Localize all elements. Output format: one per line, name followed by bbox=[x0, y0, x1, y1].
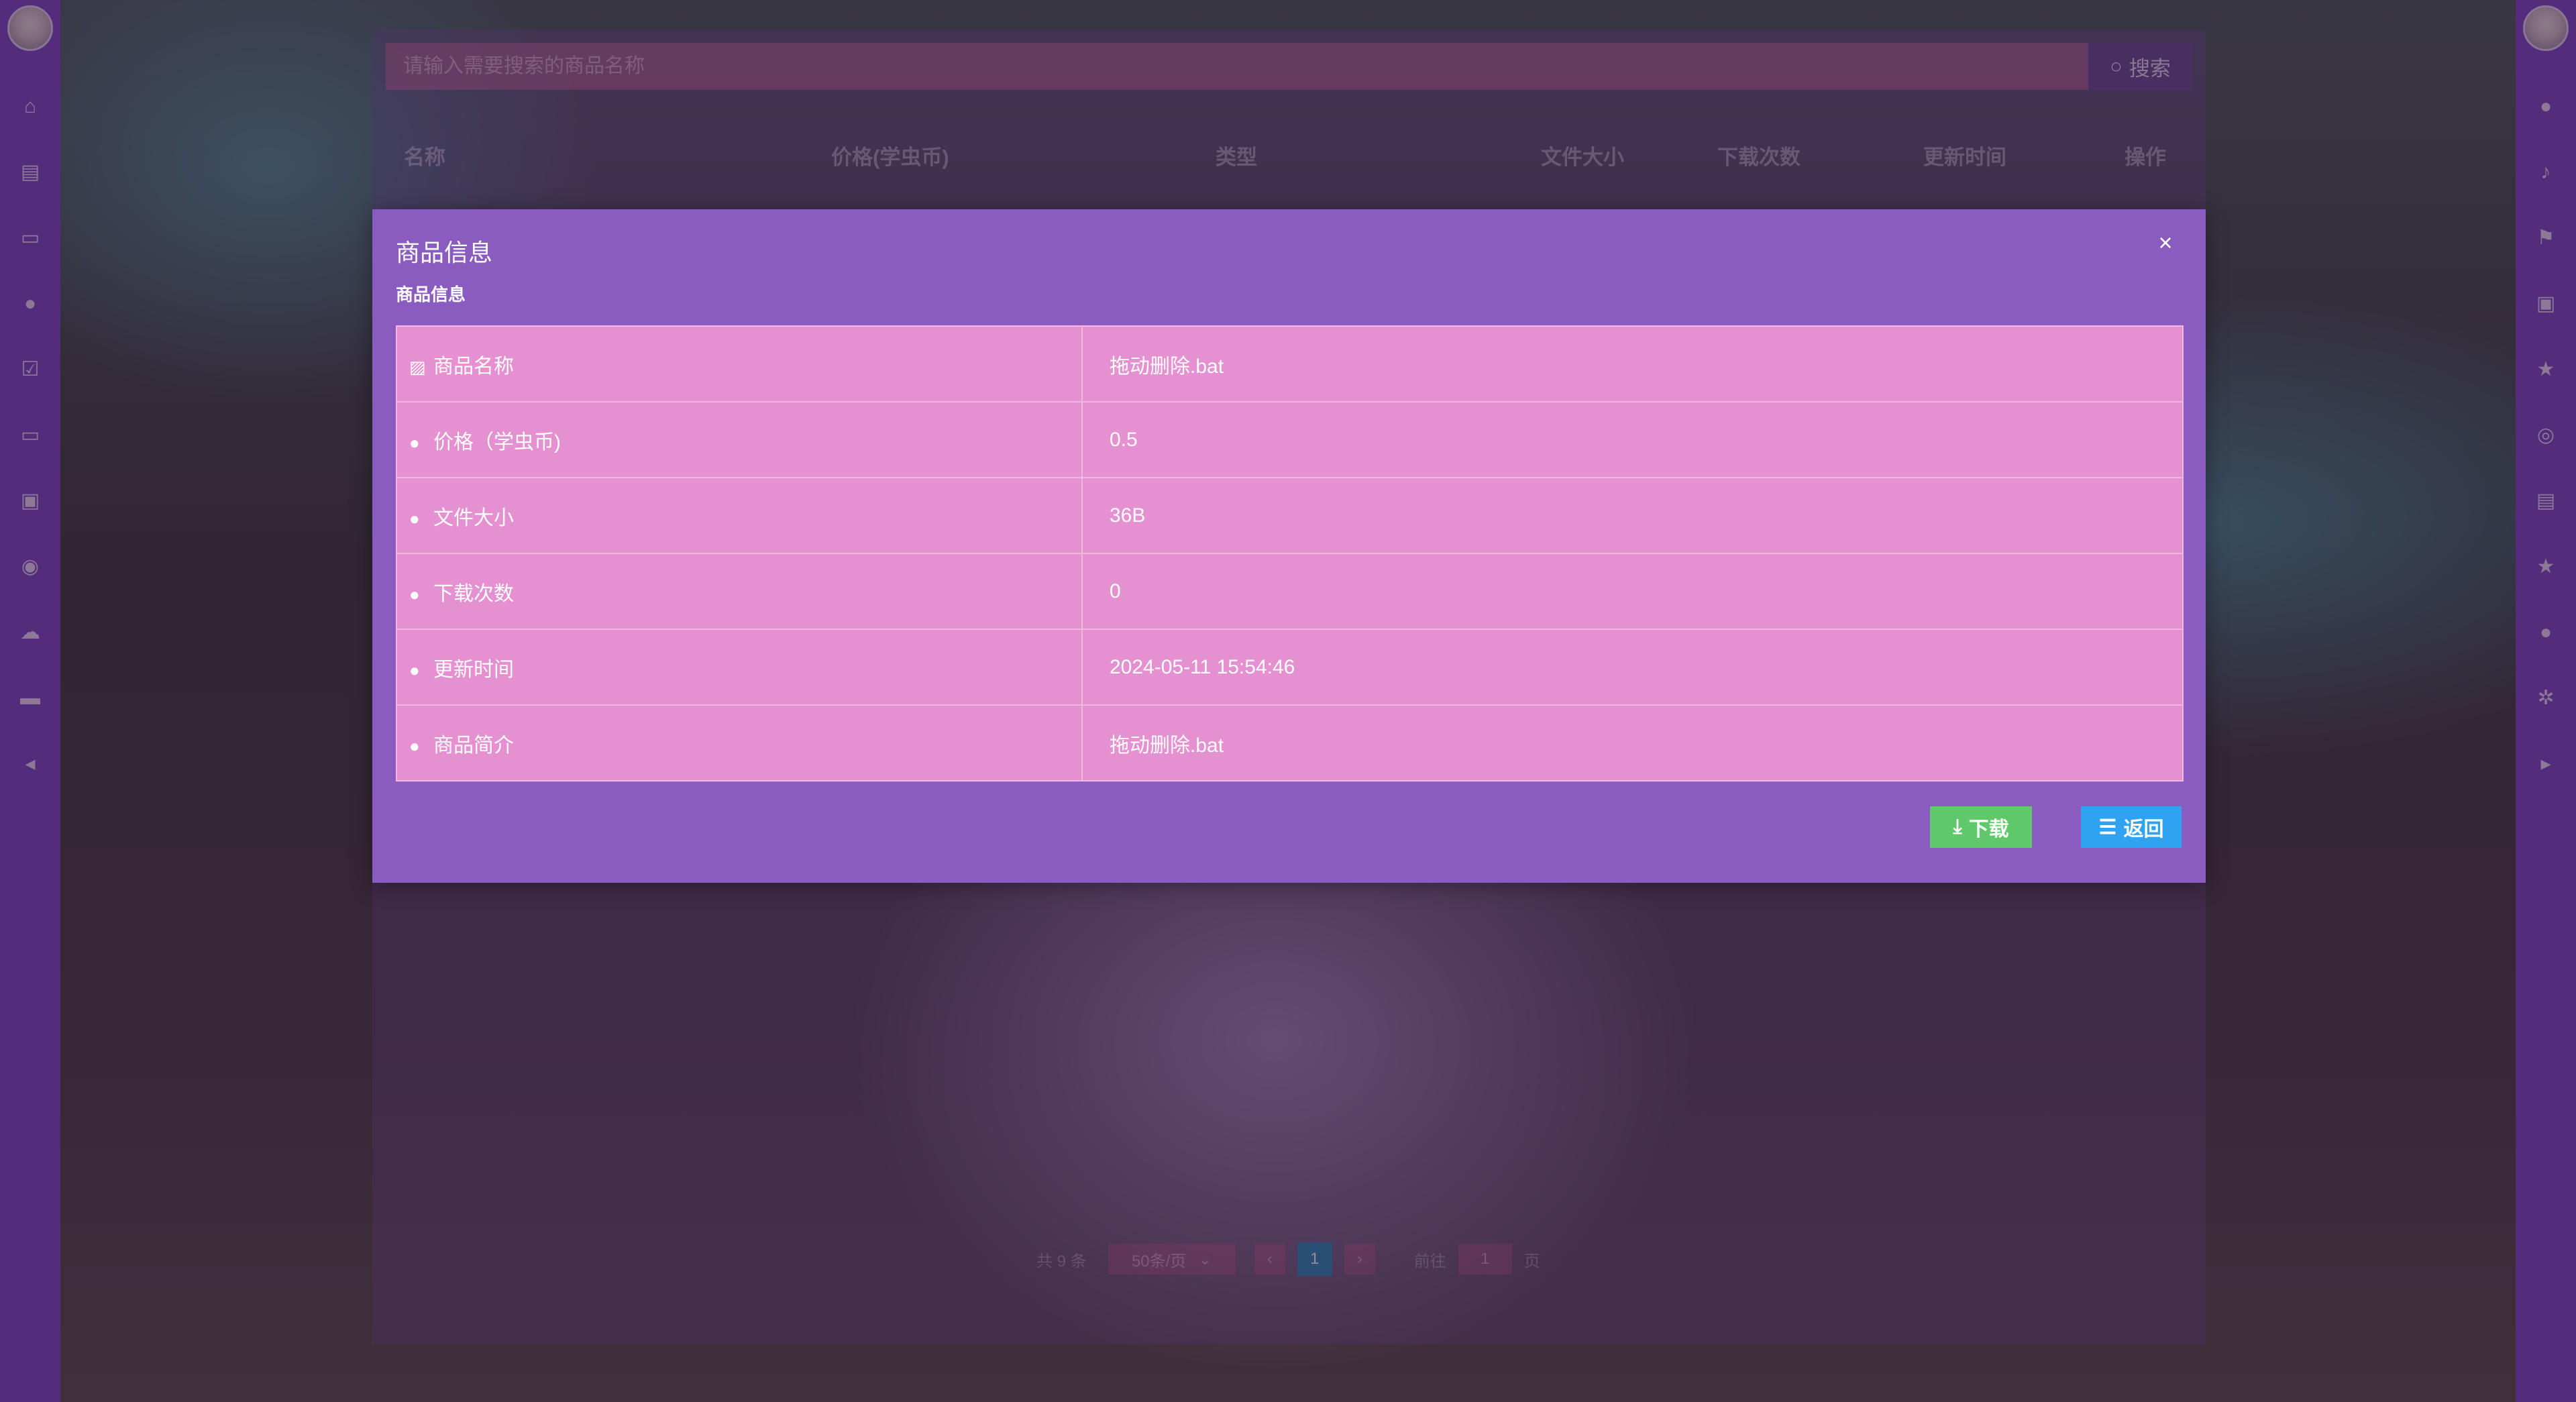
download-button[interactable]: ⤓ 下载 bbox=[1930, 806, 2032, 848]
table-row: ● 文件大小 36B bbox=[396, 477, 2184, 554]
row-value: 0.5 bbox=[1081, 401, 2184, 478]
download-button-label: 下载 bbox=[1968, 818, 2009, 841]
row-label: ● 更新时间 bbox=[396, 629, 1083, 706]
row-label: ● 商品简介 bbox=[396, 704, 1083, 781]
row-value: 2024-05-11 15:54:46 bbox=[1081, 629, 2184, 706]
row-value: 拖动删除.bat bbox=[1081, 704, 2184, 781]
close-icon[interactable]: × bbox=[2152, 229, 2179, 256]
download-icon: ⤓ bbox=[1953, 816, 1962, 838]
row-label: ● 文件大小 bbox=[396, 477, 1083, 554]
row-label: ● 价格（学虫币) bbox=[396, 401, 1083, 478]
table-row: ● 下载次数 0 bbox=[396, 553, 2184, 630]
back-button[interactable]: ☰ 返回 bbox=[2081, 806, 2182, 848]
row-value: 拖动删除.bat bbox=[1081, 325, 2184, 402]
row-value: 0 bbox=[1081, 553, 2184, 630]
list-icon: ☰ bbox=[2098, 816, 2117, 839]
image-icon: ▨ bbox=[409, 356, 426, 377]
row-label: ● 下载次数 bbox=[396, 553, 1083, 630]
table-row: ● 价格（学虫币) 0.5 bbox=[396, 401, 2184, 478]
user-icon: ● bbox=[409, 659, 420, 680]
row-label: ▨ 商品名称 bbox=[396, 325, 1083, 402]
table-row: ● 更新时间 2024-05-11 15:54:46 bbox=[396, 629, 2184, 706]
row-value: 36B bbox=[1081, 477, 2184, 554]
product-info-dialog: 商品信息 × 商品信息 ▨ 商品名称 拖动删除.bat ● 价格（学虫币) 0.5 … bbox=[372, 209, 2206, 883]
table-row: ● 商品简介 拖动删除.bat bbox=[396, 704, 2184, 781]
user-icon: ● bbox=[409, 735, 420, 756]
product-info-table: ▨ 商品名称 拖动删除.bat ● 价格（学虫币) 0.5 ● 文件大小 36B ● 下… bbox=[396, 325, 2184, 781]
table-row: ▨ 商品名称 拖动删除.bat bbox=[396, 325, 2184, 402]
dialog-subtitle: 商品信息 bbox=[396, 284, 466, 305]
user-icon: ● bbox=[409, 584, 420, 604]
back-button-label: 返回 bbox=[2123, 818, 2164, 841]
dialog-title: 商品信息 bbox=[396, 239, 493, 266]
user-icon: ● bbox=[409, 432, 420, 453]
user-icon: ● bbox=[409, 508, 420, 529]
